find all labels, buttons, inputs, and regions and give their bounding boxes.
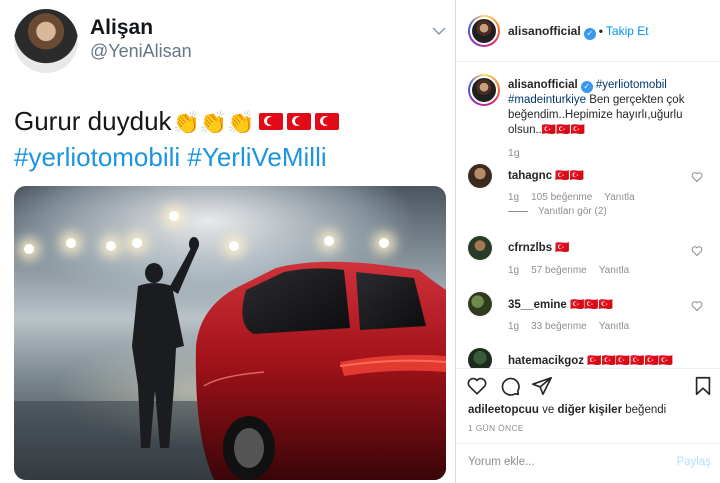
comment-time[interactable]: 1g [508,265,519,276]
comment-avatar[interactable] [468,164,492,188]
bookmark-icon[interactable] [692,375,714,397]
verified-icon: ✓ [583,28,596,40]
comment-text: 🇹🇷 [555,242,570,254]
comment-likes[interactable]: 57 beğenme [531,265,587,276]
liked-by: adileetopcuu ve diğer kişiler beğendi [468,404,666,416]
heart-icon[interactable] [466,375,488,397]
clap-emoji: 👏👏👏 [172,110,255,136]
caption-avatar[interactable] [468,74,500,106]
comment-text: 🇹🇷🇹🇷🇹🇷 [570,299,613,311]
view-replies-label: Yanıtları gör (2) [538,206,607,217]
header-username[interactable]: alisanofficial [508,24,581,38]
tweet-text: Gurur duyduk👏👏👏 [14,104,339,140]
separator-dot: • [598,24,603,38]
header-avatar[interactable] [468,15,500,47]
reply-button[interactable]: Yanıtla [604,192,634,203]
liked-by-connector: ve [542,404,555,416]
comment-avatar[interactable] [468,236,492,260]
comment: tahagnc 🇹🇷🇹🇷 [508,168,584,182]
header-user: alisanofficial ✓ • Takip Et [508,24,649,40]
tweet-author-handle[interactable]: @YeniAlisan [90,41,192,62]
comment: 35__emine 🇹🇷🇹🇷🇹🇷 [508,297,613,311]
liked-by-others[interactable]: diğer kişiler [558,404,623,416]
heart-icon[interactable] [691,171,703,183]
tweet-hashtags[interactable]: #yerliotomobili #YerliVeMilli [14,142,327,173]
reply-button[interactable]: Yanıtla [599,321,629,332]
turkey-flag-icon [314,112,339,130]
red-car [195,261,446,480]
reply-button[interactable]: Yanıtla [599,265,629,276]
comment-time[interactable]: 1g [508,321,519,332]
heart-icon[interactable] [691,245,703,257]
comment-meta: 1g 105 beğenme Yanıtla [508,192,647,203]
comment-avatar[interactable] [468,292,492,316]
caption-hashtag[interactable]: #madeinturkiye [508,94,586,106]
comment-input[interactable] [468,456,658,468]
add-comment-bar: Paylaş [456,443,720,483]
comment-meta: 1g 33 beğenme Yanıtla [508,321,641,332]
comment-icon[interactable] [499,375,521,397]
comment-username[interactable]: cfrnzlbs [508,242,552,254]
post-comment-button[interactable]: Paylaş [676,456,711,468]
chevron-down-icon[interactable] [430,22,448,40]
view-replies[interactable]: Yanıtları gör (2) [508,206,607,217]
caption-username[interactable]: alisanofficial [508,79,578,91]
comment-text: 🇹🇷🇹🇷🇹🇷🇹🇷🇹🇷🇹🇷 [587,355,674,367]
caption-time[interactable]: 1g [508,147,520,159]
comment-text: 🇹🇷🇹🇷 [555,170,584,182]
turkey-flag-icon [258,112,283,130]
turkey-flag-icon [286,112,311,130]
comment: hatemacikgoz 🇹🇷🇹🇷🇹🇷🇹🇷🇹🇷🇹🇷 [508,353,673,367]
heart-icon[interactable] [691,300,703,312]
comment-username[interactable]: hatemacikgoz [508,355,584,367]
share-icon[interactable] [531,375,553,397]
tweet-author-name[interactable]: Alişan [90,16,153,40]
liked-by-suffix: beğendi [625,404,667,416]
follow-button[interactable]: Takip Et [606,24,649,38]
comment: cfrnzlbs 🇹🇷 [508,240,570,254]
caption-hashtag[interactable]: #yerliotomobil [596,79,667,91]
comment-likes[interactable]: 105 beğenme [531,192,592,203]
tweet-avatar[interactable] [14,9,78,73]
post-caption: alisanofficial ✓ #yerliotomobil #madeintu… [508,78,714,138]
post-header: alisanofficial ✓ • Takip Et [456,0,720,62]
post-actions: adileetopcuu ve diğer kişiler beğendi 1 … [456,368,720,483]
comment-username[interactable]: tahagnc [508,170,552,182]
liked-by-user[interactable]: adileetopcuu [468,404,539,416]
tweet-body: Gurur duyduk [14,106,172,136]
tweet-card: Alişan @YeniAlisan Gurur duyduk👏👏👏 #yerl… [0,0,455,483]
instagram-panel: alisanofficial ✓ • Takip Et alisanofficial ✓… [455,0,720,483]
stage-scene [14,237,446,480]
tweet-photo[interactable] [14,186,446,480]
comment-time[interactable]: 1g [508,192,519,203]
comment-likes[interactable]: 33 beğenme [531,321,587,332]
comment-username[interactable]: 35__emine [508,299,567,311]
comment-meta: 1g 57 beğenme Yanıtla [508,265,641,276]
verified-icon: ✓ [580,81,593,93]
post-time-ago[interactable]: 1 GÜN ÖNCE [468,423,524,433]
